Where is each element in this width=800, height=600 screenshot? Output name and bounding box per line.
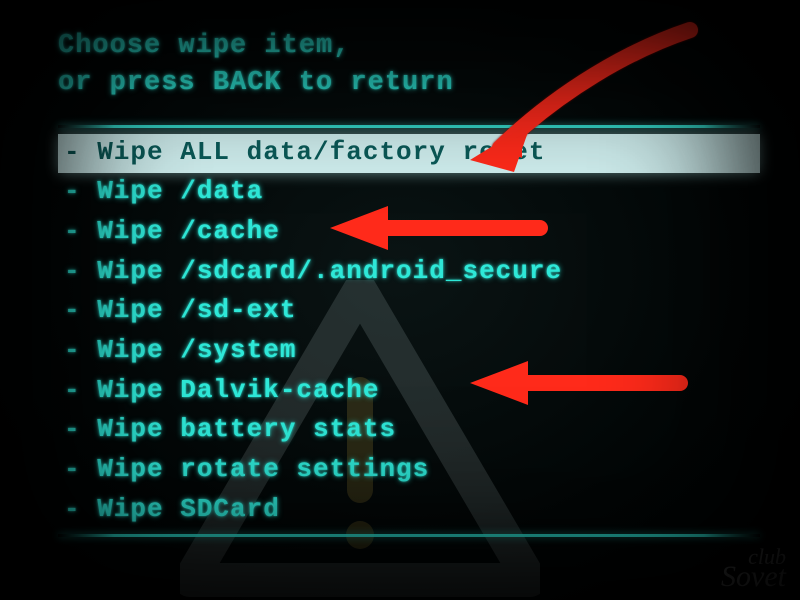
recovery-screen: Choose wipe item, or press BACK to retur… (0, 0, 800, 600)
menu-item-5[interactable]: - Wipe /system (58, 332, 760, 372)
header-line-1: Choose wipe item, (58, 28, 760, 65)
menu-item-9[interactable]: - Wipe SDCard (58, 491, 760, 531)
menu-item-0[interactable]: - Wipe ALL data/factory reset (58, 134, 760, 174)
divider (58, 125, 760, 128)
menu-item-3[interactable]: - Wipe /sdcard/.android_secure (58, 253, 760, 293)
watermark-line-2: Sovet (721, 563, 786, 590)
menu-item-6[interactable]: - Wipe Dalvik-cache (58, 372, 760, 412)
divider (58, 534, 760, 537)
menu-item-4[interactable]: - Wipe /sd-ext (58, 292, 760, 332)
menu-item-7[interactable]: - Wipe battery stats (58, 411, 760, 451)
menu-header: Choose wipe item, or press BACK to retur… (58, 28, 760, 103)
menu-item-8[interactable]: - Wipe rotate settings (58, 451, 760, 491)
header-line-2: or press BACK to return (58, 65, 760, 102)
menu-item-1[interactable]: - Wipe /data (58, 173, 760, 213)
watermark: club Sovet (721, 547, 786, 590)
menu-item-2[interactable]: - Wipe /cache (58, 213, 760, 253)
wipe-menu: - Wipe ALL data/factory reset- Wipe /dat… (58, 134, 760, 531)
